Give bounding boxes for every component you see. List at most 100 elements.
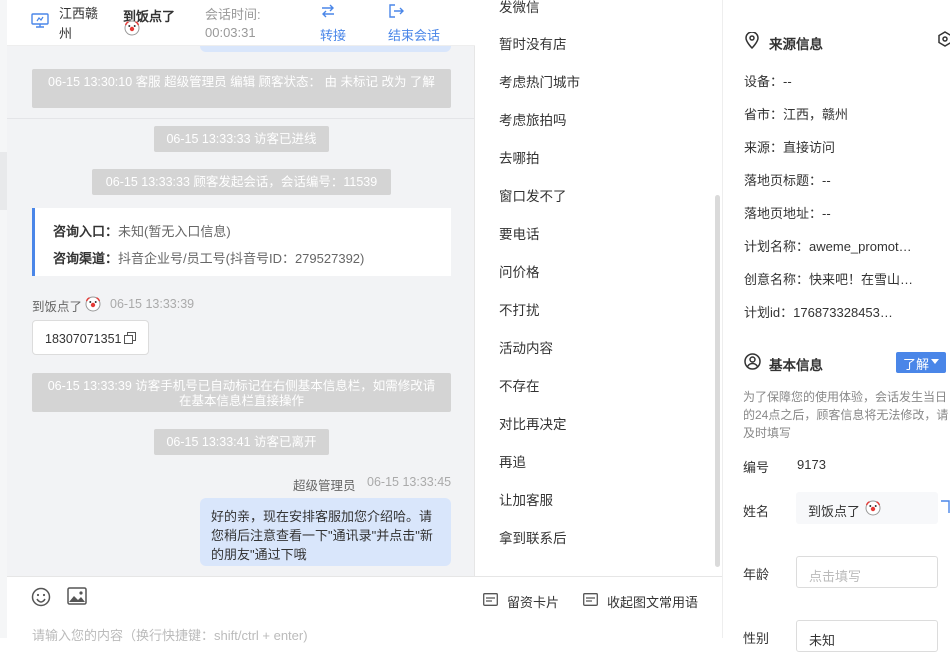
divider <box>7 118 475 119</box>
province-value: 江西，赣州 <box>783 107 849 122</box>
creative-label: 创意名称： <box>744 272 810 287</box>
plan-name-row: 计划名称：aweme_promot… <box>744 236 912 255</box>
customer-info-panel: 来源信息 设备：-- 省市：江西，赣州 来源：直接访问 落地页标题：-- 落地页… <box>722 0 950 638</box>
copy-icon[interactable] <box>124 332 136 344</box>
visitor-message-meta: 到饭点了 <box>32 296 82 315</box>
source-row: 来源：直接访问 <box>744 137 835 156</box>
agent-message-name: 超级管理员 <box>293 479 356 493</box>
consult-channel-label: 咨询渠道： <box>53 251 119 266</box>
landing-title-value: -- <box>822 173 831 188</box>
end-session-label: 结束会话 <box>388 28 441 43</box>
quick-reply-item[interactable]: 发微信 <box>499 0 540 16</box>
age-label: 年龄 <box>743 567 770 582</box>
landing-title-row: 落地页标题：-- <box>744 170 831 189</box>
image-icon[interactable] <box>67 587 87 605</box>
province-row: 省市：江西，赣州 <box>744 104 848 123</box>
gender-value: 未知 <box>809 633 836 648</box>
plan-name-value: aweme_promot… <box>809 239 912 254</box>
plan-id-value: 176873328453… <box>793 305 893 320</box>
transfer-icon <box>320 4 336 18</box>
quick-reply-item[interactable]: 拿到联系后 <box>499 527 567 547</box>
quick-reply-item[interactable]: 考虑旅拍吗 <box>499 109 567 129</box>
consult-channel: 咨询渠道：抖音企业号/员工号(抖音号ID：279527392) <box>53 248 364 267</box>
plan-name-label: 计划名称： <box>744 239 810 254</box>
basic-info-note: 为了保障您的使用体验，会话发生当日的24点之后，顾客信息将无法修改，请及时填写 <box>743 390 949 440</box>
transfer-button[interactable]: 转接 <box>317 2 353 43</box>
consult-channel-value: 抖音企业号/员工号(抖音号ID：279527392) <box>118 251 365 266</box>
gender-select[interactable]: 未知 <box>796 620 938 652</box>
quick-reply-item[interactable]: 暂时没有店 <box>499 33 567 53</box>
clown-emoji-icon <box>865 500 881 516</box>
edit-icon[interactable] <box>940 500 950 514</box>
consult-entry-label: 咨询入口： <box>53 224 119 239</box>
plan-id-row: 计划id：176873328453… <box>744 302 893 321</box>
quick-reply-item[interactable]: 问价格 <box>499 261 540 281</box>
source-value: 直接访问 <box>783 140 836 155</box>
chat-header: 江西赣州 到饭点了 会话时间: 00:03:31 转接 结束会话 <box>7 0 475 46</box>
session-time-label: 会话时间: <box>205 7 261 22</box>
system-message: 06-15 13:33:33 顾客发起会话，会话编号：11539 <box>92 169 391 195</box>
age-field[interactable]: 点击填写 <box>796 556 938 588</box>
left-edge <box>0 0 7 638</box>
visitor-phone-bubble[interactable]: 18307071351 <box>32 320 149 355</box>
message-input[interactable]: 请输入您的内容（换行快捷键：shift/ctrl + enter) <box>32 625 712 645</box>
lead-card-label: 留资卡片 <box>507 595 560 610</box>
quick-reply-item[interactable]: 活动内容 <box>499 337 553 357</box>
end-session-button[interactable]: 结束会话 <box>387 2 447 43</box>
quick-reply-item[interactable]: 要电话 <box>499 223 540 243</box>
system-message: 06-15 13:33:41 访客已离开 <box>154 429 329 455</box>
landing-url-label: 落地页地址： <box>744 206 823 221</box>
quick-reply-item[interactable]: 不存在 <box>499 375 540 395</box>
customer-status-value: 了解 <box>903 357 930 372</box>
consult-info-card: 咨询入口：未知(暂无入口信息) 咨询渠道：抖音企业号/员工号(抖音号ID：279… <box>32 208 451 276</box>
landing-url-value: -- <box>822 206 831 221</box>
landing-url-row: 落地页地址：-- <box>744 203 831 222</box>
device-value: -- <box>783 74 792 89</box>
agent-message-time: 06-15 13:33:45 <box>367 475 452 489</box>
monitor-icon <box>31 13 49 29</box>
quick-reply-item[interactable]: 窗口发不了 <box>499 185 567 205</box>
customer-status-dropdown[interactable]: 了解 <box>896 352 946 373</box>
message-input-area: 留资卡片 收起图文常用语 请输入您的内容（换行快捷键：shift/ctrl + … <box>7 576 722 643</box>
exit-icon <box>388 3 404 19</box>
consult-entry-value: 未知(暂无入口信息) <box>118 224 231 239</box>
quick-reply-panel: 发微信 暂时没有店 考虑热门城市 考虑旅拍吗 去哪拍 窗口发不了 要电话 问价格… <box>476 0 722 576</box>
caret-down-icon <box>931 359 939 364</box>
quick-reply-item[interactable]: 让加客服 <box>499 489 553 509</box>
quick-reply-scrollbar[interactable] <box>715 195 720 567</box>
province-label: 省市： <box>744 107 784 122</box>
source-label: 来源： <box>744 140 784 155</box>
visitor-phone: 18307071351 <box>45 332 122 346</box>
quick-reply-item[interactable]: 不打扰 <box>499 299 540 319</box>
user-icon <box>744 353 761 370</box>
basic-info-title: 基本信息 <box>769 358 823 373</box>
age-placeholder: 点击填写 <box>809 569 862 584</box>
visitor-message-name: 到饭点了 <box>32 300 83 314</box>
creative-row: 创意名称：快来吧！在雪山… <box>744 269 913 288</box>
number-value: 9173 <box>797 457 826 472</box>
collapse-phrases-label: 收起图文常用语 <box>607 595 699 610</box>
name-label: 姓名 <box>743 504 770 519</box>
quick-reply-item[interactable]: 再追 <box>499 451 526 471</box>
lead-card-button[interactable]: 留资卡片 <box>483 591 573 611</box>
quick-reply-item[interactable]: 考虑热门城市 <box>499 71 580 91</box>
device-row: 设备：-- <box>744 71 792 90</box>
landing-title-label: 落地页标题： <box>744 173 823 188</box>
clown-emoji-icon <box>85 296 101 312</box>
session-time: 00:03:31 <box>205 25 256 40</box>
consult-entry: 咨询入口：未知(暂无入口信息) <box>53 221 231 240</box>
visitor-message-time: 06-15 13:33:39 <box>110 297 195 311</box>
number-label: 编号 <box>743 460 770 475</box>
name-value: 到饭点了 <box>808 504 861 519</box>
scrolled-bubble-edge <box>200 46 451 52</box>
quick-reply-item[interactable]: 对比再决定 <box>499 413 567 433</box>
location-pin-icon <box>745 32 759 49</box>
creative-value: 快来吧！在雪山… <box>809 272 914 287</box>
system-message: 06-15 13:30:10 客服 超级管理员 编辑 顾客状态： 由 未标记 改… <box>32 69 451 108</box>
agent-message-bubble: 好的亲，现在安排客服加您介绍哈。请您稍后注意查看一下"通讯录"并点击"新的朋友"… <box>200 498 451 566</box>
collapse-phrases-button[interactable]: 收起图文常用语 <box>583 591 718 611</box>
settings-icon[interactable] <box>938 31 950 47</box>
emoji-icon[interactable] <box>31 587 51 607</box>
quick-reply-item[interactable]: 去哪拍 <box>499 147 540 167</box>
source-info-title: 来源信息 <box>769 37 823 52</box>
